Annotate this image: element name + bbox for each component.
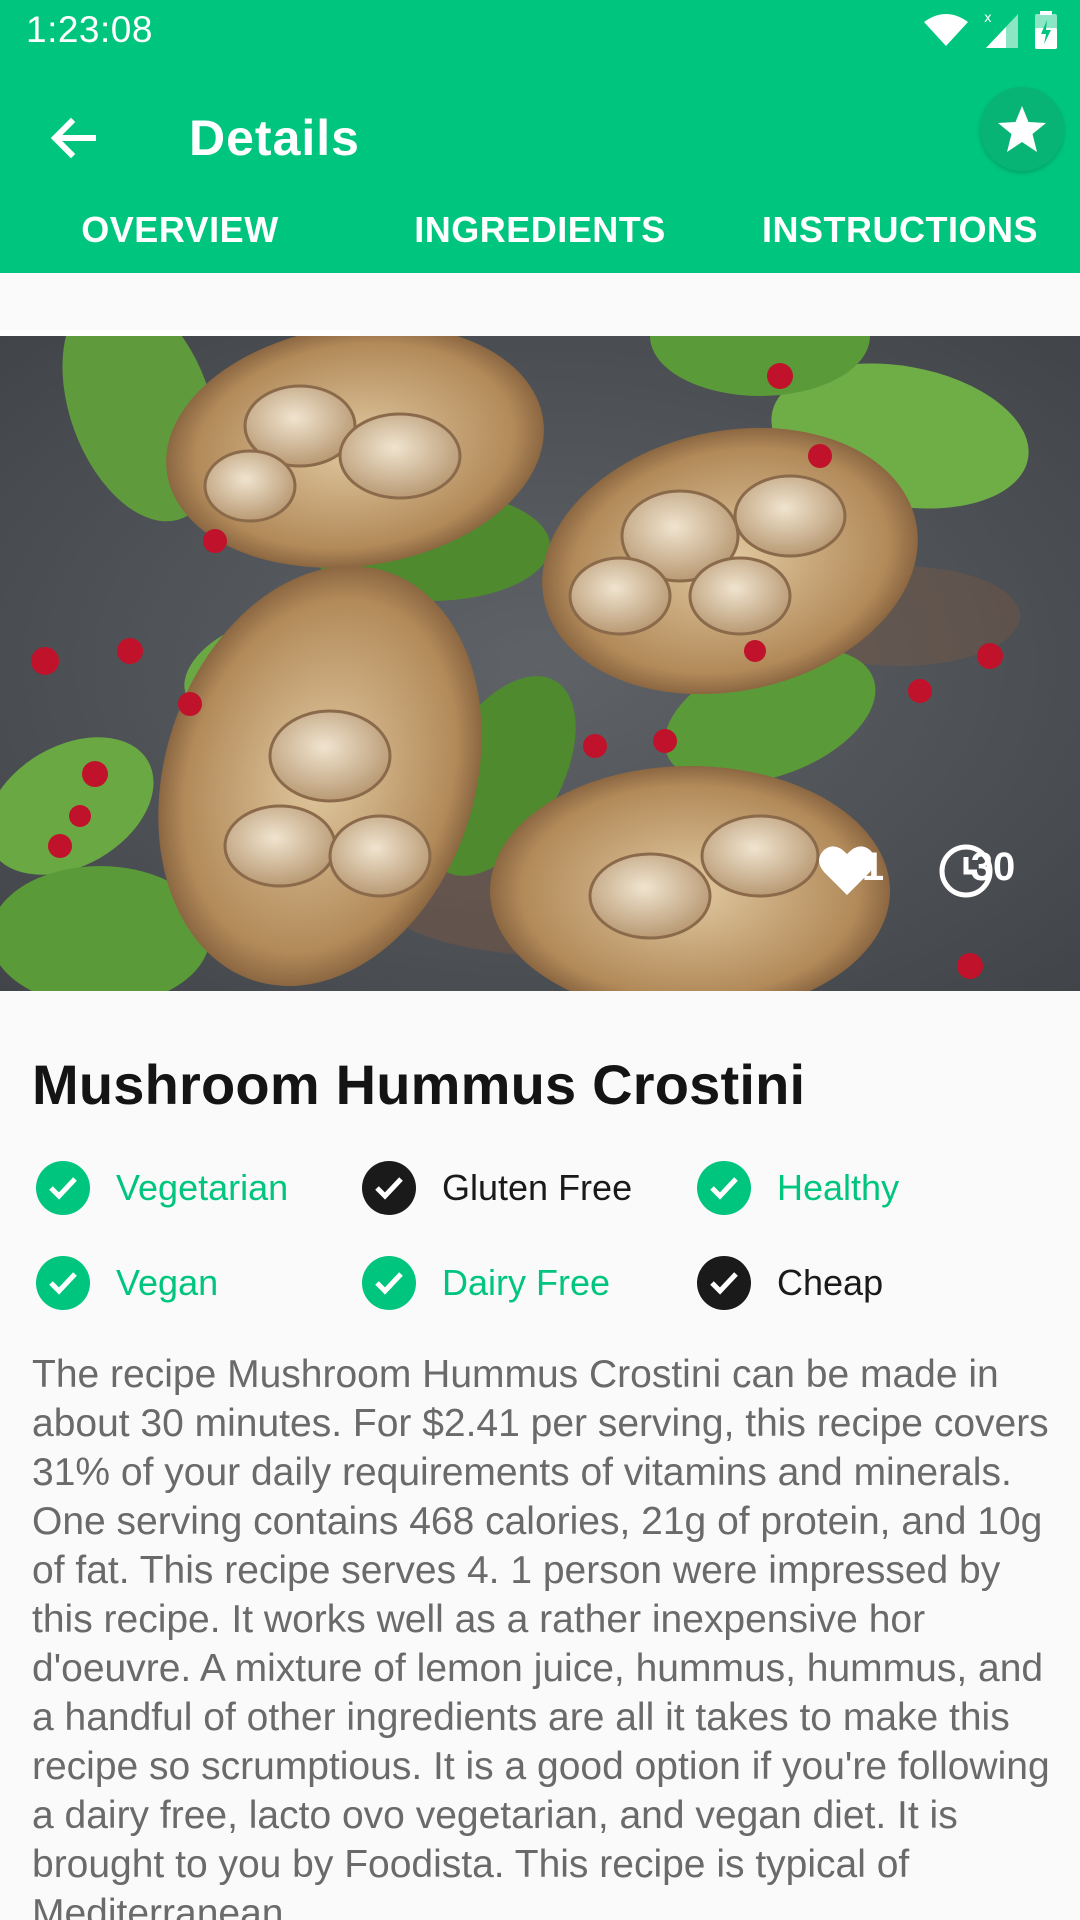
status-bar: 1:23:08 x xyxy=(0,0,1080,63)
tab-bar: OVERVIEW INGREDIENTS INSTRUCTIONS xyxy=(0,187,1080,335)
tab-overview[interactable]: OVERVIEW xyxy=(0,187,360,273)
check-circle-icon xyxy=(697,1256,751,1310)
tag-label: Dairy Free xyxy=(442,1262,611,1303)
svg-text:x: x xyxy=(984,11,992,26)
check-circle-icon xyxy=(36,1161,90,1215)
heart-icon xyxy=(819,846,875,895)
recipe-title: Mushroom Hummus Crostini xyxy=(32,1053,806,1116)
favorite-button[interactable] xyxy=(980,87,1064,171)
tab-instructions[interactable]: INSTRUCTIONS xyxy=(720,187,1080,273)
tag-label: Healthy xyxy=(777,1167,900,1208)
back-button[interactable] xyxy=(36,101,110,175)
tag-gluten-free: Gluten Free xyxy=(362,1158,632,1218)
time-stat: 30 xyxy=(938,843,1048,898)
check-circle-icon xyxy=(362,1256,416,1310)
tag-label: Vegan xyxy=(116,1262,219,1303)
status-icons: x xyxy=(922,10,1058,50)
tag-dairy-free: Dairy Free xyxy=(362,1253,610,1313)
clock-icon xyxy=(939,844,993,898)
arrow-back-icon xyxy=(50,117,96,159)
tag-label: Gluten Free xyxy=(442,1167,633,1208)
tab-ingredients[interactable]: INGREDIENTS xyxy=(360,187,720,273)
status-time: 1:23:08 xyxy=(26,9,153,50)
check-circle-icon xyxy=(362,1161,416,1215)
recipe-photo xyxy=(0,336,1080,991)
likes-stat: 1 xyxy=(818,843,928,895)
battery-icon xyxy=(1035,11,1057,49)
tab-ingredients-label: INGREDIENTS xyxy=(414,209,666,250)
tag-healthy: Healthy xyxy=(697,1158,899,1218)
wifi-icon xyxy=(924,14,968,46)
tag-label: Vegetarian xyxy=(116,1167,289,1208)
recipe-image: 1 30 xyxy=(0,336,1080,991)
recipe-summary: The recipe Mushroom Hummus Crostini can … xyxy=(32,1353,1050,1920)
star-icon xyxy=(998,106,1046,152)
tag-cheap: Cheap xyxy=(697,1253,883,1313)
page-title: Details xyxy=(189,110,360,166)
check-circle-icon xyxy=(697,1161,751,1215)
tag-vegan: Vegan xyxy=(36,1253,218,1313)
tab-overview-label: OVERVIEW xyxy=(81,209,279,250)
tag-vegetarian: Vegetarian xyxy=(36,1158,288,1218)
tag-label: Cheap xyxy=(777,1262,884,1303)
cell-signal-icon: x xyxy=(984,11,1018,48)
tab-instructions-label: INSTRUCTIONS xyxy=(762,209,1038,250)
check-circle-icon xyxy=(36,1256,90,1310)
